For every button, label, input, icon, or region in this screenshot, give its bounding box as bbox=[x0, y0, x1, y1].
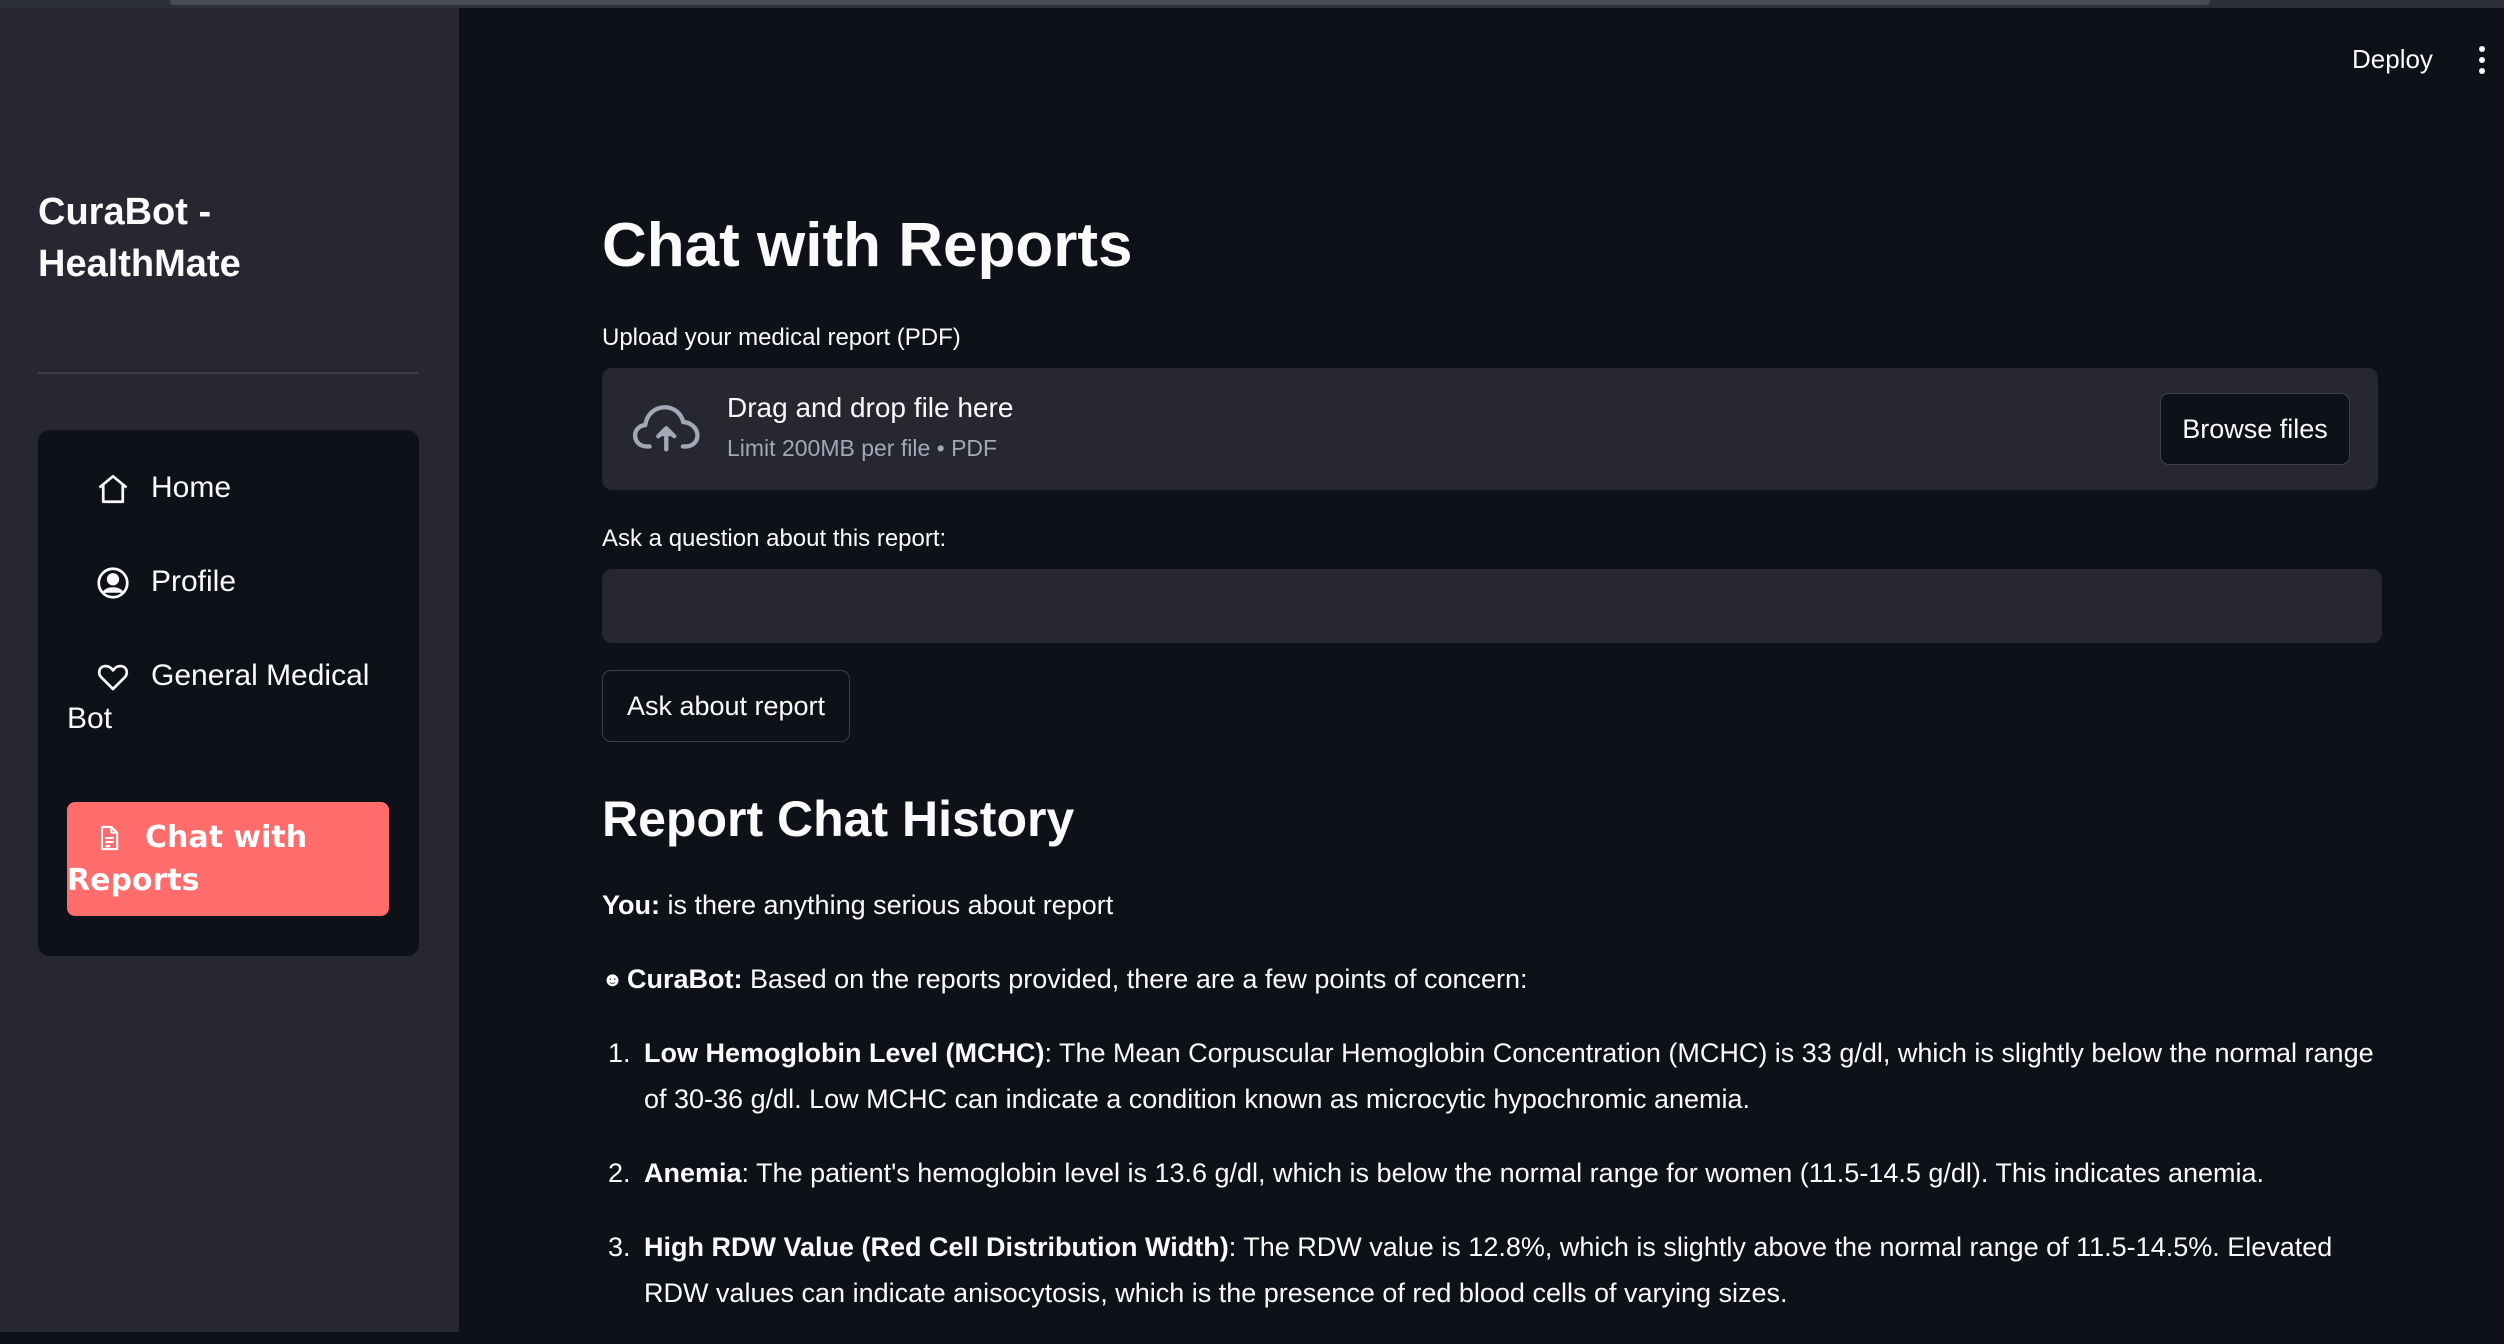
sidebar-item-chat-with-reports[interactable]: Chat with Reports bbox=[67, 802, 389, 916]
list-number: 2. bbox=[608, 1158, 631, 1188]
user-circle-icon bbox=[95, 565, 131, 601]
list-item: 2. Anemia: The patient's hemoglobin leve… bbox=[602, 1150, 2382, 1196]
bot-message-text: Based on the reports provided, there are… bbox=[742, 964, 1528, 994]
concern-list: 1. Low Hemoglobin Level (MCHC): The Mean… bbox=[602, 1030, 2382, 1344]
list-item-text: : The patient's hemoglobin level is 13.6… bbox=[741, 1158, 2265, 1188]
home-icon bbox=[95, 471, 131, 507]
list-item: 1. Low Hemoglobin Level (MCHC): The Mean… bbox=[602, 1030, 2382, 1122]
app-brand-title: CuraBot - HealthMate bbox=[38, 191, 241, 285]
kebab-menu-icon[interactable] bbox=[2476, 46, 2488, 80]
list-item-heading: High RDW Value (Red Cell Distribution Wi… bbox=[644, 1232, 1229, 1262]
window-top-highlight bbox=[170, 0, 2210, 5]
upload-label: Upload your medical report (PDF) bbox=[602, 324, 961, 351]
browse-files-button[interactable]: Browse files bbox=[2160, 393, 2350, 465]
user-prefix: You: bbox=[602, 890, 660, 920]
question-label: Ask a question about this report: bbox=[602, 525, 947, 552]
heart-icon bbox=[95, 659, 131, 695]
question-input[interactable] bbox=[602, 569, 2382, 643]
bot-prefix: CuraBot: bbox=[627, 964, 743, 994]
window-top-bar bbox=[0, 0, 2504, 8]
ask-about-report-button[interactable]: Ask about report bbox=[602, 670, 850, 742]
list-item-heading: Low Hemoglobin Level (MCHC) bbox=[644, 1038, 1045, 1068]
list-item-heading: Anemia bbox=[644, 1158, 742, 1188]
page-title: Chat with Reports bbox=[602, 211, 1133, 280]
user-message: You: is there anything serious about rep… bbox=[602, 890, 1113, 921]
list-item: 3. High RDW Value (Red Cell Distribution… bbox=[602, 1224, 2382, 1316]
dropzone-instruction: Drag and drop file here bbox=[727, 392, 1014, 423]
dropzone-limit-text: Limit 200MB per file • PDF bbox=[727, 435, 998, 461]
cloud-upload-icon bbox=[632, 400, 702, 458]
deploy-button[interactable]: Deploy bbox=[2352, 44, 2433, 75]
list-number: 3. bbox=[608, 1232, 631, 1262]
sidebar-item-profile[interactable]: Profile bbox=[67, 560, 389, 603]
sidebar-divider bbox=[38, 372, 418, 374]
document-icon bbox=[95, 822, 123, 852]
file-uploader-dropzone[interactable]: Drag and drop file here Limit 200MB per … bbox=[602, 368, 2378, 490]
list-number: 1. bbox=[608, 1038, 631, 1068]
sidebar-item-label: Profile bbox=[151, 565, 237, 598]
sidebar: CuraBot - HealthMate Home Profile Genera… bbox=[0, 8, 459, 1332]
sidebar-item-general-medical-bot[interactable]: General Medical Bot bbox=[67, 654, 389, 740]
sidebar-item-home[interactable]: Home bbox=[67, 466, 389, 509]
user-message-text: is there anything serious about report bbox=[659, 890, 1114, 920]
chat-history-title: Report Chat History bbox=[602, 791, 1075, 847]
sidebar-nav-menu: Home Profile General Medical Bot Chat wi… bbox=[38, 430, 419, 956]
bot-message: ☻ CuraBot: Based on the reports provided,… bbox=[602, 964, 1528, 995]
bot-emoji-icon: ☻ bbox=[602, 969, 624, 992]
sidebar-item-label: Home bbox=[151, 471, 232, 504]
